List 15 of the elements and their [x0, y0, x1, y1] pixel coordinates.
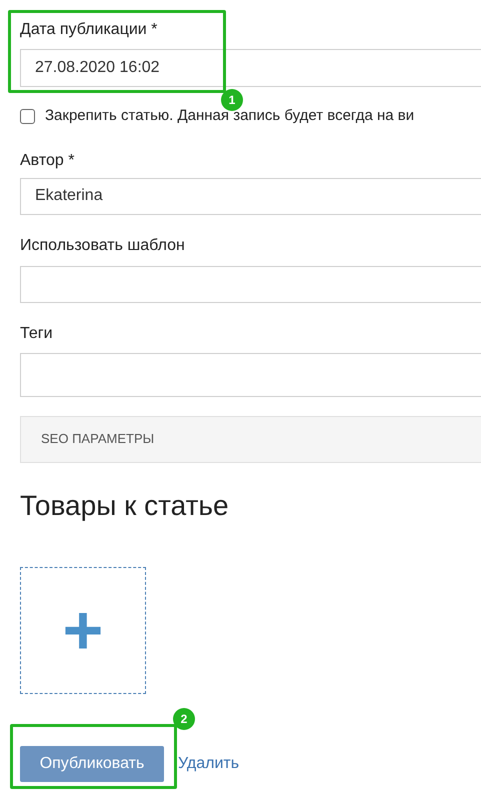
checkbox[interactable]	[20, 108, 35, 124]
seo-section-header[interactable]: SEO ПАРАМЕТРЫ	[20, 416, 481, 462]
field-label: Использовать шаблон	[20, 236, 186, 256]
annotation-badge: 2	[173, 708, 195, 730]
text-field[interactable]	[20, 266, 481, 302]
text-field[interactable]	[20, 352, 481, 396]
field-label: Теги	[20, 324, 54, 344]
field-label: Дата публикации *	[20, 20, 158, 40]
delete-link[interactable]: Удалить	[178, 752, 240, 776]
text-field[interactable]: Ekaterina	[20, 178, 481, 214]
text-field[interactable]: 27.08.2020 16:02	[20, 49, 481, 87]
section-heading: Товары к статье	[20, 488, 230, 522]
annotation-badge: 1	[221, 89, 243, 111]
add-product-button[interactable]: +	[20, 566, 146, 694]
field-label: Автор *	[20, 150, 76, 170]
